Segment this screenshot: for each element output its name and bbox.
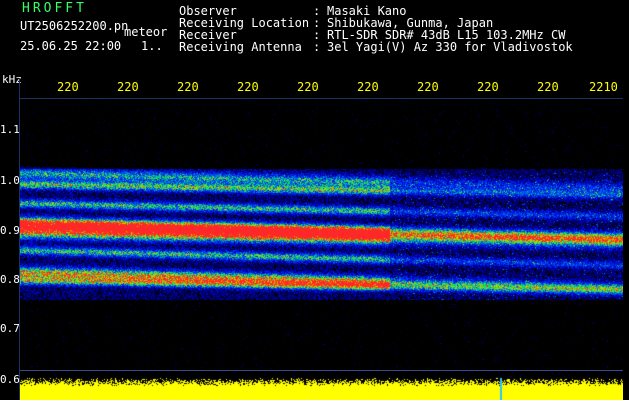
y-tick-label: 0.6 [0, 373, 20, 386]
antenna-label: Receiving Antenna [179, 40, 302, 54]
y-tick-label: 1.0 [0, 174, 20, 187]
y-tick-label: 1.1 [0, 123, 20, 136]
filename-label: UT2506252200.pn [20, 19, 129, 33]
index-label: 1.. [141, 39, 163, 53]
x-tick-label: 220 [237, 81, 259, 93]
x-tick-label: 220 [57, 81, 79, 93]
x-tick-label: 220 [177, 81, 199, 93]
x-tick-label: 2210 [589, 81, 618, 93]
antenna-colon: : [313, 40, 321, 54]
y-tick-label: 0.9 [0, 224, 20, 237]
antenna-value: 3el Yagi(V) Az 330 for Vladivostok [327, 40, 573, 54]
x-axis-line [20, 98, 623, 99]
y-tick-label: 0.8 [0, 273, 20, 286]
x-tick-label: 220 [477, 81, 499, 93]
spectrogram-canvas [20, 100, 623, 400]
x-tick-label: 220 [297, 81, 319, 93]
datetime-label: 25.06.25 22:00 [20, 39, 122, 53]
x-tick-label: 220 [357, 81, 379, 93]
hrofft-window: HROFFT UT2506252200.pn meteor 25.06.25 2… [0, 0, 629, 400]
x-tick-label: 220 [117, 81, 139, 93]
app-title: HROFFT [22, 1, 87, 16]
x-tick-label: 220 [537, 81, 559, 93]
mode-label: meteor [124, 25, 168, 39]
power-baseline [20, 370, 623, 371]
y-tick-label: 0.7 [0, 322, 20, 335]
x-tick-label: 220 [417, 81, 439, 93]
